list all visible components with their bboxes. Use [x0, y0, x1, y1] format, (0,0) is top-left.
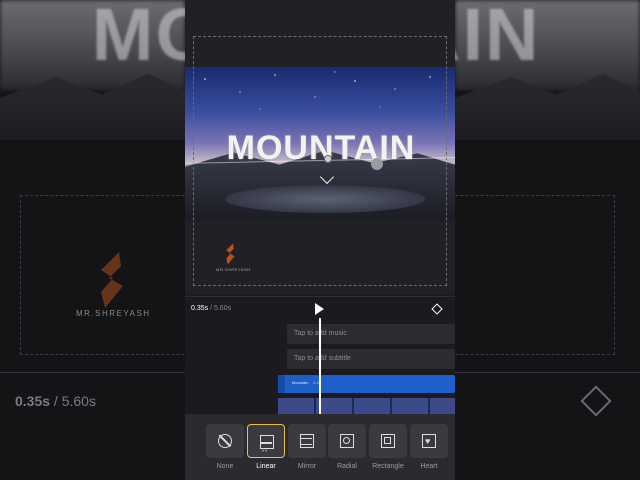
tool-none[interactable]: None: [206, 424, 244, 470]
editor-screen: MOUNTAIN MR.SHREYASH 0.35s / 5.60s Tap t…: [185, 0, 455, 480]
backdrop-title-left: MO: [91, 0, 185, 76]
mask-center-handle[interactable]: [324, 155, 332, 163]
backdrop-logo-icon: [101, 252, 123, 308]
radial-mask-icon: [340, 434, 354, 448]
linear-mask-icon: [260, 435, 274, 449]
add-subtitle-track[interactable]: Tap to add subtitle: [287, 349, 455, 369]
tool-radial[interactable]: Radial: [328, 424, 366, 470]
backdrop-keyframe-icon: [580, 385, 612, 417]
tool-heart[interactable]: ♥ Heart: [410, 424, 448, 470]
right-backdrop: AIN: [455, 0, 640, 480]
tool-label: Mirror: [297, 463, 317, 470]
left-backdrop: MO MR.SHREYASH 0.35s / 5.60s: [0, 0, 185, 480]
watermark-brand: MR.SHREYASH: [216, 267, 251, 272]
play-icon[interactable]: [315, 303, 324, 315]
backdrop-title-right: AIN: [455, 0, 541, 76]
tool-linear[interactable]: •• Linear: [247, 424, 285, 470]
tool-label: None: [216, 463, 234, 470]
mask-rotate-handle[interactable]: [371, 158, 383, 170]
add-music-track[interactable]: Tap to add music: [287, 324, 455, 344]
rectangle-mask-icon: [381, 434, 395, 448]
tool-rectangle[interactable]: Rectangle: [369, 424, 407, 470]
backdrop-divider: [0, 372, 185, 373]
playhead[interactable]: [319, 318, 321, 414]
page-dots: ••: [262, 449, 269, 455]
text-clip[interactable]: Mountain 5.6s: [278, 375, 455, 393]
heart-mask-icon: ♥: [422, 434, 436, 448]
keyframe-icon[interactable]: [431, 303, 443, 315]
mirror-mask-icon: [300, 434, 314, 448]
backdrop-divider: [455, 372, 640, 373]
no-mask-icon: [218, 434, 232, 448]
clip-trim-handle[interactable]: [278, 375, 285, 393]
tool-label: Linear: [256, 463, 276, 470]
tool-label: Radial: [337, 463, 357, 470]
tool-label: Heart: [420, 463, 438, 470]
watermark-logo-icon: [226, 243, 235, 265]
text-clip-label: Mountain: [292, 380, 309, 385]
backdrop-brand: MR.SHREYASH: [76, 309, 151, 318]
preview-area: MOUNTAIN MR.SHREYASH: [185, 0, 455, 295]
mask-toolbar: None •• Linear Mirror Radial Rectangle ♥…: [185, 414, 455, 480]
tool-mirror[interactable]: Mirror: [288, 424, 326, 470]
video-track[interactable]: [278, 398, 455, 414]
time-readout: 0.35s / 5.60s: [191, 305, 232, 312]
backdrop-time: 0.35s / 5.60s: [15, 393, 96, 409]
backdrop-crop-frame: [455, 195, 615, 355]
tool-label: Rectangle: [372, 463, 404, 470]
